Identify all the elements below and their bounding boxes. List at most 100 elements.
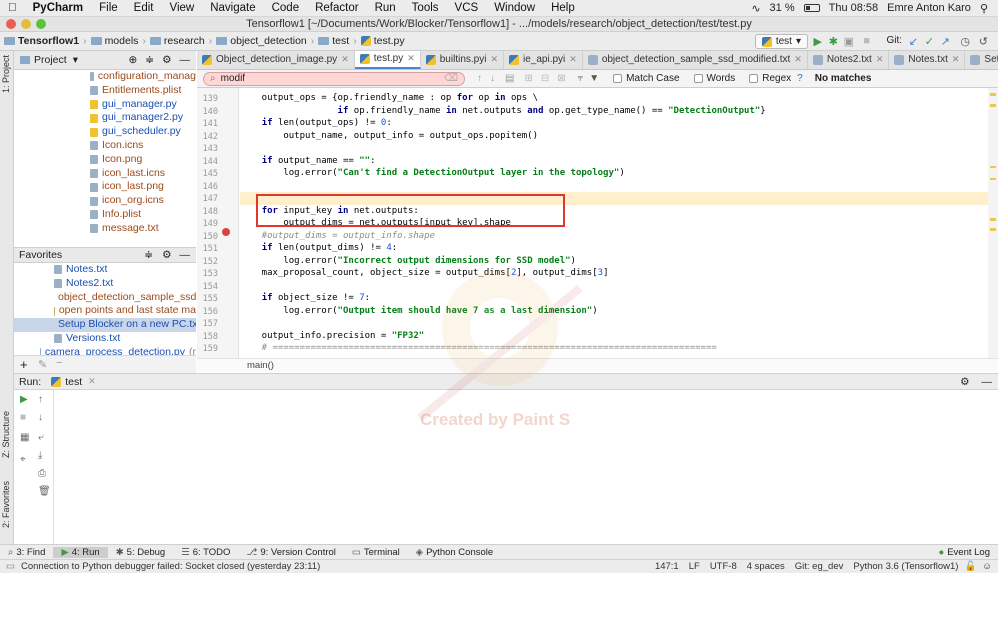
gear-icon[interactable]: ⚙	[162, 249, 171, 261]
editor-tab[interactable]: Notes.txt ✕	[889, 51, 966, 69]
edit-icon[interactable]: ✎	[38, 358, 47, 371]
status-message-icon[interactable]: ▭	[6, 561, 15, 572]
debug-icon[interactable]: ✱	[829, 35, 838, 48]
favorite-item[interactable]: open points and last state ma	[14, 304, 196, 318]
collapse-all-icon[interactable]: ≑	[145, 54, 154, 66]
project-file-item[interactable]: message.txt	[90, 222, 196, 236]
project-file-item[interactable]: icon_last.png	[90, 180, 196, 194]
project-file-item[interactable]: icon_last.icns	[90, 167, 196, 181]
add-icon[interactable]: +	[20, 357, 28, 372]
file-encoding[interactable]: UTF-8	[710, 561, 737, 572]
tool-tab[interactable]: ⎇ 9: Version Control	[238, 547, 343, 558]
tool-tab[interactable]: ◈ Python Console	[408, 547, 501, 558]
print-icon[interactable]: ⎙	[38, 468, 46, 479]
caret-position[interactable]: 147:1	[655, 561, 679, 572]
code-line[interactable]: if len(output_ops) != 0:	[240, 117, 988, 130]
git-branch[interactable]: Git: eg_dev	[795, 561, 844, 572]
stop-icon[interactable]: ■	[863, 35, 870, 47]
close-tab-icon[interactable]: ✕	[490, 54, 498, 65]
favorite-item[interactable]: camera_process_detection.py (r	[14, 346, 196, 355]
tool-tab[interactable]: ☰ 6: TODO	[173, 547, 238, 558]
locate-icon[interactable]: ⊕	[128, 54, 137, 66]
tool-tab[interactable]: ▭ Terminal	[344, 547, 408, 558]
spotlight-icon[interactable]: ⚲	[980, 2, 988, 15]
project-file-item[interactable]: icon_org.icns	[90, 194, 196, 208]
next-match-icon[interactable]: ↓	[490, 73, 495, 84]
clock[interactable]: Thu 08:58	[829, 2, 879, 14]
menu-refactor[interactable]: Refactor	[307, 2, 366, 14]
editor-tab[interactable]: ie_api.pyi ✕	[504, 51, 583, 69]
code-line[interactable]: log.error("Can't find a DetectionOutput …	[240, 167, 988, 180]
previous-match-icon[interactable]: ↑	[477, 73, 482, 84]
menu-edit[interactable]: Edit	[126, 2, 162, 14]
editor-tab[interactable]: Notes2.txt ✕	[808, 51, 890, 69]
tool-tab[interactable]: ▶ 4: Run	[53, 546, 108, 558]
python-interpreter[interactable]: Python 3.6 (Tensorflow1)	[853, 561, 958, 572]
side-tab-structure[interactable]: Z: Structure	[1, 411, 11, 458]
apple-icon[interactable]: 	[0, 2, 25, 14]
side-tab-favorites[interactable]: 2: Favorites	[1, 481, 11, 528]
run-tab-test[interactable]: test	[65, 376, 82, 388]
code-line[interactable]: if op.friendly_name in net.outputs and o…	[240, 105, 988, 118]
code-line[interactable]: if len(output_dims) != 4:	[240, 242, 988, 255]
breadcrumb-models[interactable]: models	[87, 35, 143, 47]
inspector-icon[interactable]: ☺	[982, 561, 992, 572]
remove-icon[interactable]: −	[56, 357, 62, 369]
code-line[interactable]	[240, 180, 988, 193]
scroll-down-icon[interactable]: ↓	[38, 412, 43, 423]
git-push-icon[interactable]: ↗	[941, 35, 950, 48]
hide-panel-icon[interactable]: —	[180, 249, 191, 261]
project-file-item[interactable]: Info.plist	[90, 208, 196, 222]
indent-setting[interactable]: 4 spaces	[747, 561, 785, 572]
gear-icon[interactable]: ⚙	[162, 54, 171, 66]
rerun-icon[interactable]: ▶	[20, 394, 28, 405]
breadcrumb-test[interactable]: test	[314, 35, 353, 47]
favorite-item[interactable]: Versions.txt	[14, 332, 196, 346]
project-file-item[interactable]: gui_manager2.py	[90, 111, 196, 125]
favorite-item[interactable]: Notes.txt	[14, 263, 196, 277]
project-file-item[interactable]: Icon.png	[90, 153, 196, 167]
collapse-all-icon[interactable]: ≑	[144, 249, 153, 261]
editor-tab[interactable]: Object_detection_image.py ✕	[197, 51, 355, 69]
code-line[interactable]: output_ops = {op.friendly_name : op for …	[240, 92, 988, 105]
editor-tab[interactable]: builtins.pyi ✕	[421, 51, 504, 69]
project-file-item[interactable]: Entitlements.plist	[90, 84, 196, 98]
status-message[interactable]: Connection to Python debugger failed: So…	[21, 561, 320, 572]
menu-file[interactable]: File	[91, 2, 126, 14]
close-tab-icon[interactable]: ✕	[794, 54, 802, 65]
layout-icon[interactable]: ▦	[20, 432, 29, 443]
gear-icon[interactable]: ⚙	[960, 376, 969, 388]
favorite-item[interactable]: Notes2.txt	[14, 277, 196, 291]
close-tab-icon[interactable]: ✕	[407, 53, 415, 64]
hide-panel-icon[interactable]: —	[982, 376, 993, 388]
lock-icon[interactable]: 🔓	[964, 561, 976, 572]
menu-navigate[interactable]: Navigate	[202, 2, 263, 14]
editor-error-stripe[interactable]	[988, 88, 998, 358]
regex-help-link[interactable]: ?	[797, 73, 803, 84]
menu-vcs[interactable]: VCS	[447, 2, 487, 14]
trash-icon[interactable]: 🗑	[38, 486, 51, 497]
favorite-item[interactable]: Setup Blocker on a new PC.txt	[14, 318, 196, 332]
breadcrumb-object-detection[interactable]: object_detection	[212, 35, 310, 47]
minimize-window-button[interactable]	[21, 19, 31, 29]
code-line[interactable]	[240, 142, 988, 155]
breadcrumb-test-py[interactable]: test.py	[357, 35, 409, 47]
line-separator[interactable]: LF	[689, 561, 700, 572]
project-file-item[interactable]: gui_scheduler.py	[90, 125, 196, 139]
hide-panel-icon[interactable]: —	[180, 54, 191, 66]
code-line[interactable]: log.error("Incorrect output dimensions f…	[240, 255, 988, 268]
side-tab-project[interactable]: 1: Project	[1, 55, 11, 93]
breakpoint-icon[interactable]	[222, 228, 230, 236]
menu-run[interactable]: Run	[367, 2, 404, 14]
git-commit-icon[interactable]: ✓	[925, 35, 934, 48]
chevron-down-icon[interactable]: ▾	[73, 54, 78, 66]
editor-tab[interactable]: test.py ✕	[354, 51, 421, 69]
zoom-window-button[interactable]	[36, 19, 46, 29]
battery-percent[interactable]: 31 %	[770, 2, 795, 14]
editor-gutter[interactable]: 139 140 141 142 143 144 145 146 147 148 149 150 151 1…	[197, 88, 239, 358]
breadcrumb-research[interactable]: research	[146, 35, 209, 47]
stop-icon[interactable]: ■	[20, 412, 26, 423]
git-history-icon[interactable]: ◷	[960, 35, 970, 48]
close-tab-icon[interactable]: ✕	[876, 54, 884, 65]
battery-icon[interactable]	[803, 4, 820, 12]
